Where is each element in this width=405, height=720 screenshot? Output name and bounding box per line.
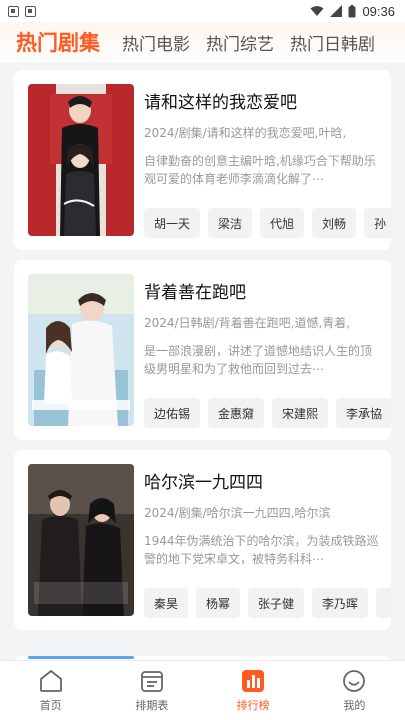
tabbar-label: 首页 xyxy=(39,698,62,712)
status-bar: 09:36 xyxy=(0,0,405,22)
tabbar-label: 排期表 xyxy=(135,698,169,712)
cast-chip[interactable]: 金惠奫 xyxy=(208,398,265,428)
show-meta: 2024/剧集/哈尔滨一九四四,哈尔滨 xyxy=(144,506,331,520)
bottom-tab-bar: 首页 排期表 排行榜 我的 xyxy=(0,660,405,720)
cast-list: 胡一天 梁洁 代旭 刘畅 孙 xyxy=(144,208,391,238)
tabbar-ranking[interactable]: 排行榜 xyxy=(203,661,304,720)
tabbar-home[interactable]: 首页 xyxy=(0,661,101,720)
notification-icon xyxy=(8,5,19,17)
smile-icon xyxy=(343,669,366,692)
cast-chip[interactable]: 代旭 xyxy=(260,208,305,238)
tabbar-label: 排行榜 xyxy=(236,698,270,712)
cast-chip[interactable]: 刘畅 xyxy=(312,208,357,238)
show-description: 1944年伪满统治下的哈尔滨，为装成铁路巡警的地下党宋卓文，被特务科科⋯ xyxy=(144,534,379,566)
cast-list: 边佑锡 金惠奫 宋建熙 李承協 xyxy=(144,398,391,428)
chart-icon xyxy=(242,669,265,692)
show-title: 哈尔滨一九四四 xyxy=(144,473,263,493)
home-icon xyxy=(39,669,62,692)
show-poster[interactable] xyxy=(28,84,134,236)
cast-chip[interactable]: 秦昊 xyxy=(144,588,189,618)
category-tabs: 热门剧集 热门电影 热门综艺 热门日韩剧 xyxy=(0,22,405,62)
tab-hot-jk-drama[interactable]: 热门日韩剧 xyxy=(282,30,383,55)
show-title: 背着善在跑吧 xyxy=(144,283,246,303)
tabbar-mine[interactable]: 我的 xyxy=(304,661,405,720)
tabbar-label: 我的 xyxy=(343,698,366,712)
cast-chip[interactable]: 张子健 xyxy=(248,588,305,618)
show-card[interactable]: 哈尔滨一九四四 2024/剧集/哈尔滨一九四四,哈尔滨 1944年伪满统治下的哈… xyxy=(14,450,391,630)
tab-hot-variety[interactable]: 热门综艺 xyxy=(198,30,282,55)
poster-image xyxy=(28,464,134,616)
wifi-icon xyxy=(310,6,324,16)
cast-chip[interactable]: 李承協 xyxy=(336,398,391,428)
show-title: 请和这样的我恋爱吧 xyxy=(144,93,297,113)
tab-hot-movies[interactable]: 热门电影 xyxy=(114,30,198,55)
show-meta: 2024/剧集/请和这样的我恋爱吧,叶晗, xyxy=(144,126,347,140)
poster-image xyxy=(28,274,134,426)
show-description: 自律勤奋的创意主编叶晗,机缘巧合下帮助乐观可爱的体育老师李滴滴化解了⋯ xyxy=(144,154,376,186)
show-poster[interactable] xyxy=(28,464,134,616)
show-meta: 2024/日韩剧/背着善在跑吧,道憾,青着, xyxy=(144,316,351,330)
show-card[interactable]: 请和这样的我恋爱吧 2024/剧集/请和这样的我恋爱吧,叶晗, 自律勤奋的创意主… xyxy=(14,70,391,250)
cast-chip[interactable]: 宋建熙 xyxy=(272,398,329,428)
status-left xyxy=(8,5,36,17)
status-right: 09:36 xyxy=(310,4,395,19)
tab-hot-series[interactable]: 热门剧集 xyxy=(8,27,114,57)
cast-chip[interactable] xyxy=(376,588,391,618)
show-card[interactable]: 背着善在跑吧 2024/日韩剧/背着善在跑吧,道憾,青着, 是一部浪漫剧，讲述了… xyxy=(14,260,391,440)
gallery-icon xyxy=(25,5,36,17)
show-description: 是一部浪漫剧，讲述了道憾地结识人生的顶级男明星和为了救他而回到过去⋯ xyxy=(144,344,373,376)
calendar-icon xyxy=(140,670,163,692)
poster-image xyxy=(28,84,134,236)
cast-chip[interactable]: 李乃晖 xyxy=(312,588,369,618)
cast-chip[interactable]: 胡一天 xyxy=(144,208,201,238)
cast-chip[interactable]: 杨幂 xyxy=(196,588,241,618)
cast-chip[interactable]: 边佑锡 xyxy=(144,398,201,428)
cast-chip[interactable]: 孙 xyxy=(364,208,391,238)
signal-icon xyxy=(330,5,343,17)
cast-list: 秦昊 杨幂 张子健 李乃晖 xyxy=(144,588,391,618)
cast-chip[interactable]: 梁洁 xyxy=(208,208,253,238)
battery-icon xyxy=(348,4,356,17)
show-poster[interactable] xyxy=(28,274,134,426)
tabbar-schedule[interactable]: 排期表 xyxy=(101,661,202,720)
clock: 09:36 xyxy=(362,3,395,19)
